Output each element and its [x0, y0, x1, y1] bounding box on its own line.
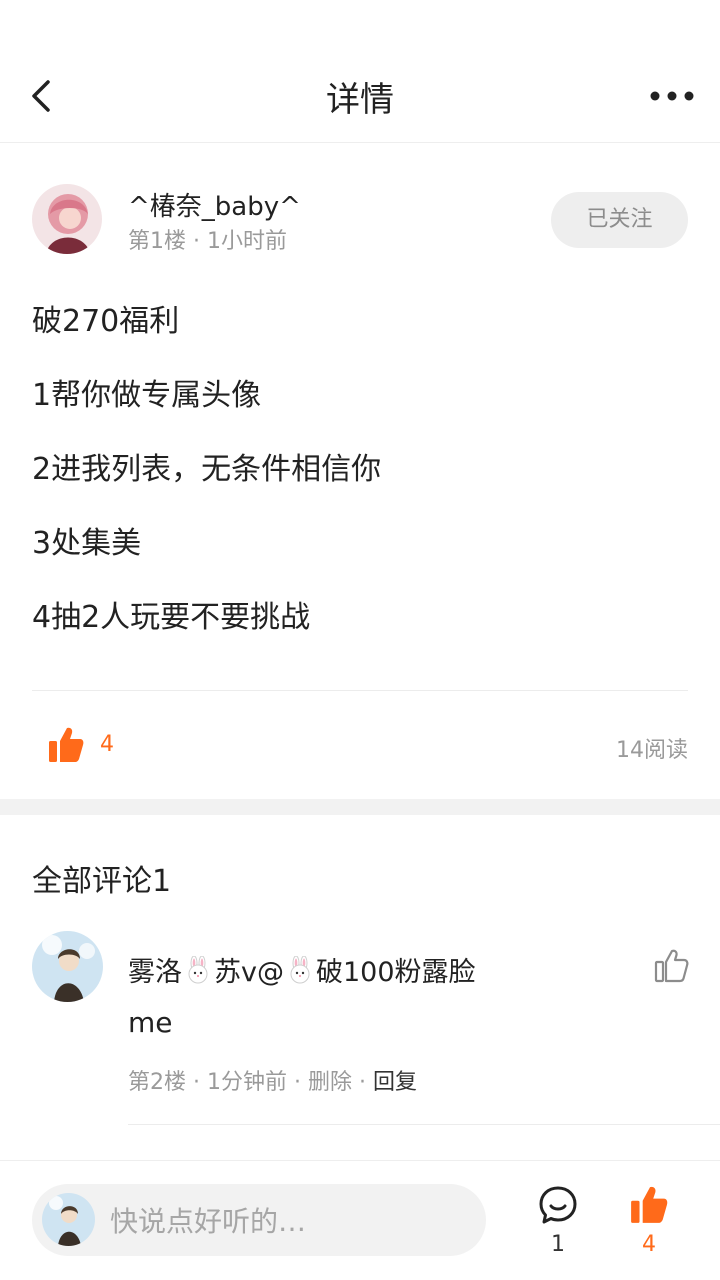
rabbit-emoji-icon	[290, 955, 310, 983]
comment-author-part-2: 苏v@	[214, 957, 284, 988]
rabbit-emoji-icon	[188, 955, 208, 983]
comment-author-part-3: 破100粉露脸	[315, 957, 476, 988]
comment-floor: 第2楼	[128, 1070, 186, 1095]
post-line-5: 4抽2人玩要不要挑战	[32, 600, 311, 635]
post-line-2: 1帮你做专属头像	[32, 378, 262, 413]
post-line-3: 2进我列表，无条件相信你	[32, 452, 382, 487]
author-avatar[interactable]	[32, 184, 102, 254]
meta-separator: ·	[193, 229, 207, 254]
divider	[32, 690, 688, 691]
divider	[128, 1124, 720, 1125]
post-floor: 第1楼	[128, 229, 186, 254]
author-name[interactable]: ^椿奈_baby^	[128, 186, 301, 223]
comment-input-placeholder: 快说点好听的…	[110, 1205, 307, 1238]
comment-time: 1分钟前	[207, 1070, 287, 1095]
comment-avatar[interactable]	[32, 931, 103, 1002]
post-like-count: 4	[100, 732, 114, 757]
comment-button[interactable]	[538, 1185, 578, 1225]
user-avatar	[42, 1193, 95, 1246]
read-count: 14阅读	[616, 738, 688, 763]
meta-separator: ·	[193, 1070, 207, 1095]
comment-text: me	[128, 1006, 173, 1039]
thumbs-up-outline-icon	[654, 949, 689, 983]
post-time: 1小时前	[207, 229, 287, 254]
post-line-1: 破270福利	[32, 304, 180, 339]
more-dots-icon	[650, 91, 694, 101]
comment-author[interactable]: 雾洛 苏v@ 破100粉露脸	[128, 950, 476, 989]
thumbs-up-icon	[631, 1186, 668, 1223]
comment-bubble-icon	[539, 1186, 577, 1224]
follow-button[interactable]: 已关注	[551, 192, 688, 248]
reply-link[interactable]: 回复	[373, 1070, 417, 1095]
bottom-like-button[interactable]	[630, 1185, 668, 1225]
post-meta: 第1楼 · 1小时前	[128, 223, 287, 255]
bottom-like-count: 4	[642, 1232, 656, 1257]
section-separator	[0, 799, 720, 815]
delete-link[interactable]: 删除	[308, 1070, 352, 1095]
meta-separator: ·	[294, 1070, 308, 1095]
comments-title: 全部评论1	[32, 864, 172, 899]
post-line-4: 3处集美	[32, 526, 142, 561]
thumbs-up-icon	[49, 727, 84, 762]
comment-like-button[interactable]	[654, 948, 690, 984]
post-like-button[interactable]	[48, 726, 84, 764]
comment-author-part-1: 雾洛	[128, 957, 182, 988]
page-title: 详情	[326, 80, 394, 120]
more-button[interactable]	[648, 82, 696, 110]
comment-meta: 第2楼 · 1分钟前 · 删除 · 回复	[128, 1064, 417, 1096]
comment-count: 1	[551, 1232, 565, 1257]
meta-separator: ·	[359, 1070, 374, 1095]
